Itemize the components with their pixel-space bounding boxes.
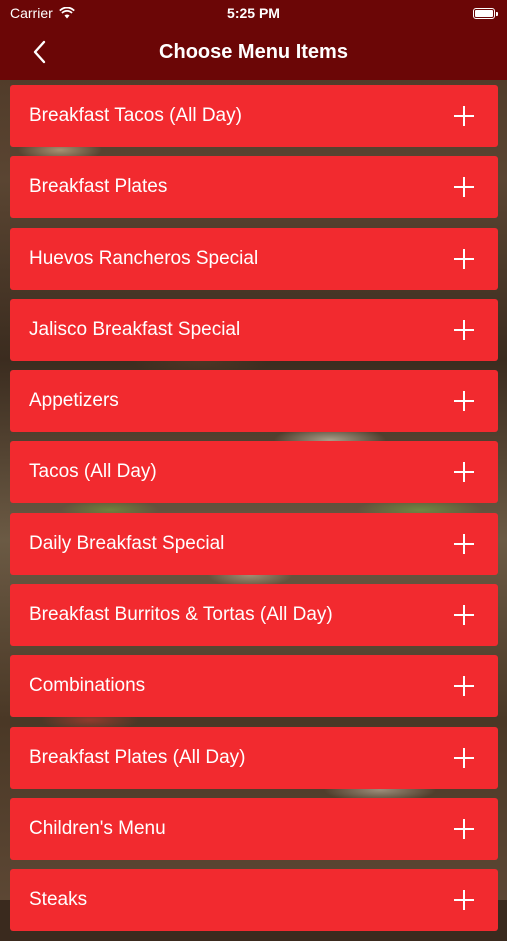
battery-icon [473,8,498,19]
menu-category-item[interactable]: Breakfast Plates [10,156,498,219]
category-label: Breakfast Burritos & Tortas (All Day) [29,604,333,626]
plus-icon [454,177,474,198]
category-label: Huevos Rancheros Special [29,247,259,269]
plus-icon [454,890,474,911]
category-label: Steaks [29,889,88,911]
plus-icon [454,106,474,126]
menu-category-item[interactable]: Breakfast Burritos & Tortas (All Day) [10,584,498,647]
category-label: Breakfast Tacos (All Day) [29,105,242,126]
menu-category-item[interactable]: Steaks [10,869,498,932]
plus-icon [454,533,474,554]
status-bar: Carrier 5:25 PM [0,0,507,28]
menu-category-list: Breakfast Tacos (All Day) Breakfast Plat… [10,85,498,941]
category-label: Combinations [29,675,146,697]
navigation-bar: Carrier 5:25 PM Choose Menu Items [0,0,507,80]
category-label: Breakfast Plates [29,176,168,198]
status-time: 5:25 PM [227,5,280,21]
category-label: Breakfast Plates (All Day) [29,746,246,768]
menu-category-item[interactable]: Appetizers [10,370,498,433]
category-label: Tacos (All Day) [29,461,157,483]
menu-category-item[interactable]: Huevos Rancheros Special [10,227,498,290]
menu-category-item[interactable]: Jalisco Breakfast Special [10,298,498,361]
plus-icon [454,676,474,697]
menu-category-item[interactable]: Combinations [10,655,498,718]
category-label: Daily Breakfast Special [29,532,225,554]
category-label: Jalisco Breakfast Special [29,318,241,340]
page-title: Choose Menu Items [159,41,348,63]
plus-icon [454,605,474,626]
plus-icon [454,818,474,839]
menu-category-item[interactable]: Daily Breakfast Special [10,512,498,575]
plus-icon [454,747,474,768]
category-label: Appetizers [29,390,119,412]
menu-category-item[interactable]: Breakfast Tacos (All Day) [10,85,498,147]
menu-category-item[interactable]: Breakfast Plates (All Day) [10,726,498,789]
plus-icon [454,248,474,269]
plus-icon [454,391,474,412]
plus-icon [454,319,474,340]
menu-category-item[interactable]: Children's Menu [10,797,498,860]
category-label: Children's Menu [29,817,166,839]
plus-icon [454,462,474,483]
menu-category-item[interactable]: Tacos (All Day) [10,441,498,504]
